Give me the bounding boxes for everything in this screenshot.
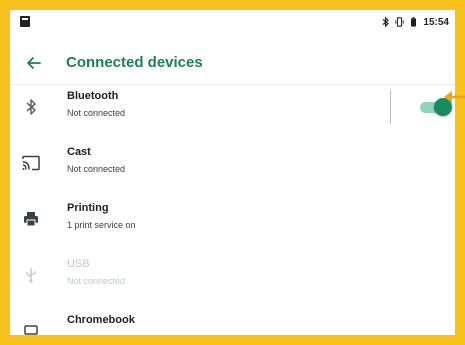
vibrate-icon — [395, 17, 405, 27]
device-title: Chromebook — [67, 314, 135, 326]
device-subtitle: 1 print service on — [67, 220, 136, 230]
phone-screen: 15:54 Connected devices Bluetooth Not co… — [10, 10, 455, 335]
device-subtitle: Not connected — [67, 164, 126, 174]
status-time: 15:54 — [423, 16, 449, 28]
device-row-cast[interactable]: Cast Not connected — [10, 135, 455, 191]
back-button[interactable] — [18, 47, 50, 79]
cast-icon — [20, 135, 42, 191]
device-title: Bluetooth — [67, 90, 119, 102]
bluetooth-icon — [20, 79, 42, 135]
device-row-printing[interactable]: Printing 1 print service on — [10, 191, 455, 247]
device-subtitle: Not connected — [67, 276, 126, 286]
device-row-bluetooth[interactable]: Bluetooth Not connected — [10, 79, 455, 135]
toggle-divider — [390, 90, 391, 124]
device-row-usb: USB Not connected — [10, 247, 455, 303]
status-bar: 15:54 — [10, 10, 455, 34]
print-icon — [20, 191, 42, 247]
notification-icon — [20, 16, 30, 27]
battery-icon — [411, 17, 417, 27]
device-subtitle: Not connected — [67, 108, 126, 118]
device-row-chromebook[interactable]: Chromebook — [10, 303, 455, 335]
device-title: Printing — [67, 202, 109, 214]
status-icons: 15:54 — [381, 14, 449, 30]
bluetooth-status-icon — [383, 17, 390, 27]
usb-icon — [20, 247, 42, 303]
laptop-icon — [20, 303, 42, 335]
annotation-arrow — [444, 91, 465, 103]
device-title: Cast — [67, 146, 91, 158]
page-title: Connected devices — [66, 54, 203, 71]
device-title: USB — [67, 258, 90, 270]
arrow-back-icon — [27, 57, 41, 69]
